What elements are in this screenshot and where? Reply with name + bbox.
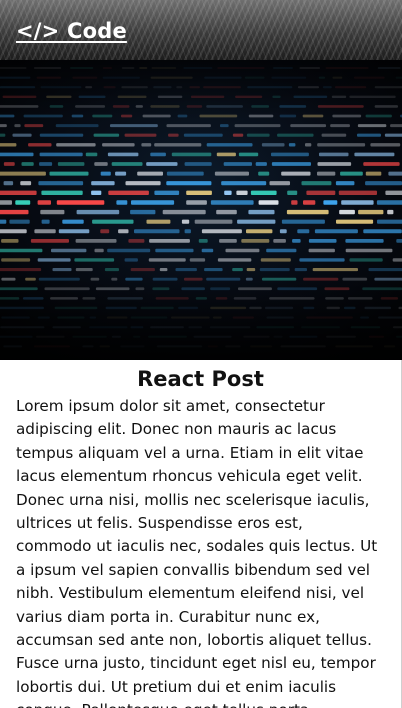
page: </> Code React Post Lorem ipsum dolor si… — [0, 0, 402, 708]
post-article: React Post Lorem ipsum dolor sit amet, c… — [0, 360, 402, 708]
post-body: Lorem ipsum dolor sit amet, consectetur … — [16, 397, 378, 708]
site-header: </> Code — [0, 0, 402, 60]
hero-image — [0, 60, 402, 360]
home-link[interactable]: </> Code — [16, 18, 127, 44]
code-screenshot-image — [0, 60, 402, 360]
post-title: React Post — [137, 367, 264, 391]
